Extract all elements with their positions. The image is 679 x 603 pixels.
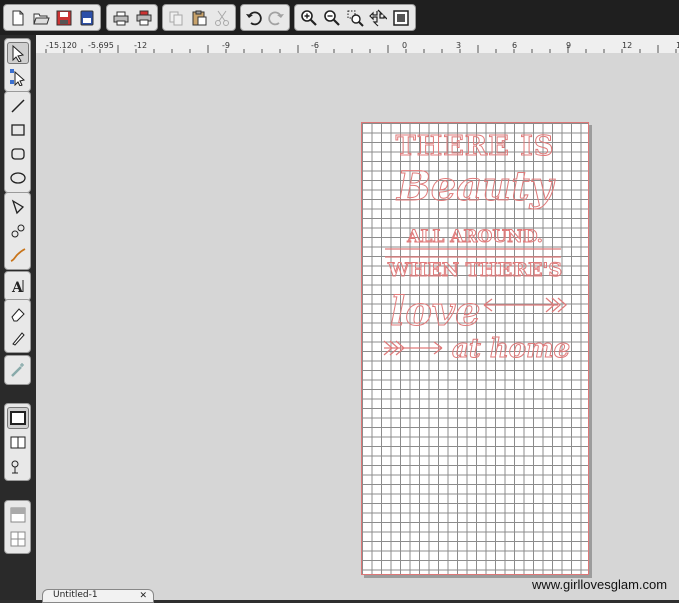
design-line-5: love xyxy=(390,288,481,335)
text-tool-icon[interactable]: A xyxy=(7,275,29,297)
ruler-tick-label: 6 xyxy=(512,41,518,50)
print-toolbar-group xyxy=(106,4,158,31)
library-book-icon[interactable] xyxy=(7,431,29,453)
main-toolbar xyxy=(0,0,679,35)
panel-tools-group xyxy=(4,500,31,554)
ruler-tick-label: -12 xyxy=(134,41,148,50)
curve-tool-icon[interactable] xyxy=(7,220,29,242)
line-tool-icon[interactable] xyxy=(7,95,29,117)
ruler-tick-label: 0 xyxy=(402,41,408,50)
weld-icon[interactable] xyxy=(7,455,29,477)
undo-icon[interactable] xyxy=(244,7,264,29)
svg-text:A: A xyxy=(11,280,24,295)
rectangle-tool-icon[interactable] xyxy=(7,119,29,141)
watermark: www.girllovesglam.com xyxy=(532,577,668,592)
text-tools-group: A xyxy=(4,271,31,301)
rounded-rectangle-tool-icon[interactable] xyxy=(7,143,29,165)
paste-icon[interactable] xyxy=(189,7,210,29)
redo-icon[interactable] xyxy=(266,7,286,29)
ruler-tick-label: 9 xyxy=(566,41,572,50)
polygon-tool-icon[interactable] xyxy=(7,196,29,218)
zoom-toolbar-group xyxy=(294,4,416,31)
fit-page-icon[interactable] xyxy=(391,7,412,29)
ruler-tick-label: -9 xyxy=(222,41,230,50)
clipboard-toolbar-group xyxy=(162,4,236,31)
cut-border-icon[interactable] xyxy=(6,407,29,429)
draw-tools-group xyxy=(4,192,31,270)
effect-tools-group xyxy=(4,355,31,385)
left-tool-palette: A xyxy=(0,35,36,600)
ruler-tick-label: 12 xyxy=(622,41,633,50)
history-toolbar-group xyxy=(240,4,290,31)
design-line-3: ALL AROUND. xyxy=(406,227,543,247)
horizontal-ruler: -15.120 -5.695 -12 -9 -6 0 3 6 9 12 15 xyxy=(36,35,679,54)
x-coordinate-readout: -15.120 xyxy=(46,41,77,50)
y-coordinate-readout: -5.695 xyxy=(88,41,114,50)
edit-tools-group xyxy=(4,299,31,353)
shape-tools-group xyxy=(4,91,31,193)
cut-icon[interactable] xyxy=(211,7,232,29)
ruler-tick-label: -6 xyxy=(311,41,319,50)
design-line-4: WHEN THERE'S xyxy=(387,259,562,281)
document-tab-label: Untitled-1 xyxy=(53,590,98,600)
zoom-selection-icon[interactable] xyxy=(344,7,365,29)
magic-wand-icon[interactable] xyxy=(7,359,29,381)
document-tab[interactable]: Untitled-1 ✕ xyxy=(42,589,154,603)
layout-top-icon[interactable] xyxy=(7,504,29,526)
file-toolbar-group xyxy=(3,4,101,31)
save-icon[interactable] xyxy=(53,7,74,29)
ruler-tick-label: 3 xyxy=(456,41,462,50)
copy-icon[interactable] xyxy=(166,7,187,29)
print-preview-icon[interactable] xyxy=(133,7,154,29)
layout-grid-icon[interactable] xyxy=(7,528,29,550)
selection-tools-group xyxy=(4,38,31,92)
quote-design[interactable]: THERE IS Beauty ALL AROUND. WHEN THERE'S… xyxy=(380,125,570,365)
freehand-tool-icon[interactable] xyxy=(7,244,29,266)
select-arrow-icon[interactable] xyxy=(6,42,29,64)
design-line-2: Beauty xyxy=(396,163,556,210)
design-line-6: at home. xyxy=(452,334,570,364)
eraser-tool-icon[interactable] xyxy=(7,303,29,325)
zoom-drag-icon[interactable] xyxy=(368,7,389,29)
zoom-in-icon[interactable] xyxy=(298,7,319,29)
ellipse-tool-icon[interactable] xyxy=(7,167,29,189)
view-tools-group xyxy=(4,403,31,481)
print-icon[interactable] xyxy=(110,7,131,29)
knife-tool-icon[interactable] xyxy=(7,327,29,349)
zoom-out-icon[interactable] xyxy=(321,7,342,29)
design-line-1: THERE IS xyxy=(396,131,555,162)
new-document-icon[interactable] xyxy=(7,7,28,29)
node-edit-icon[interactable] xyxy=(7,66,29,88)
save-to-device-icon[interactable] xyxy=(76,7,97,29)
open-folder-icon[interactable] xyxy=(30,7,51,29)
